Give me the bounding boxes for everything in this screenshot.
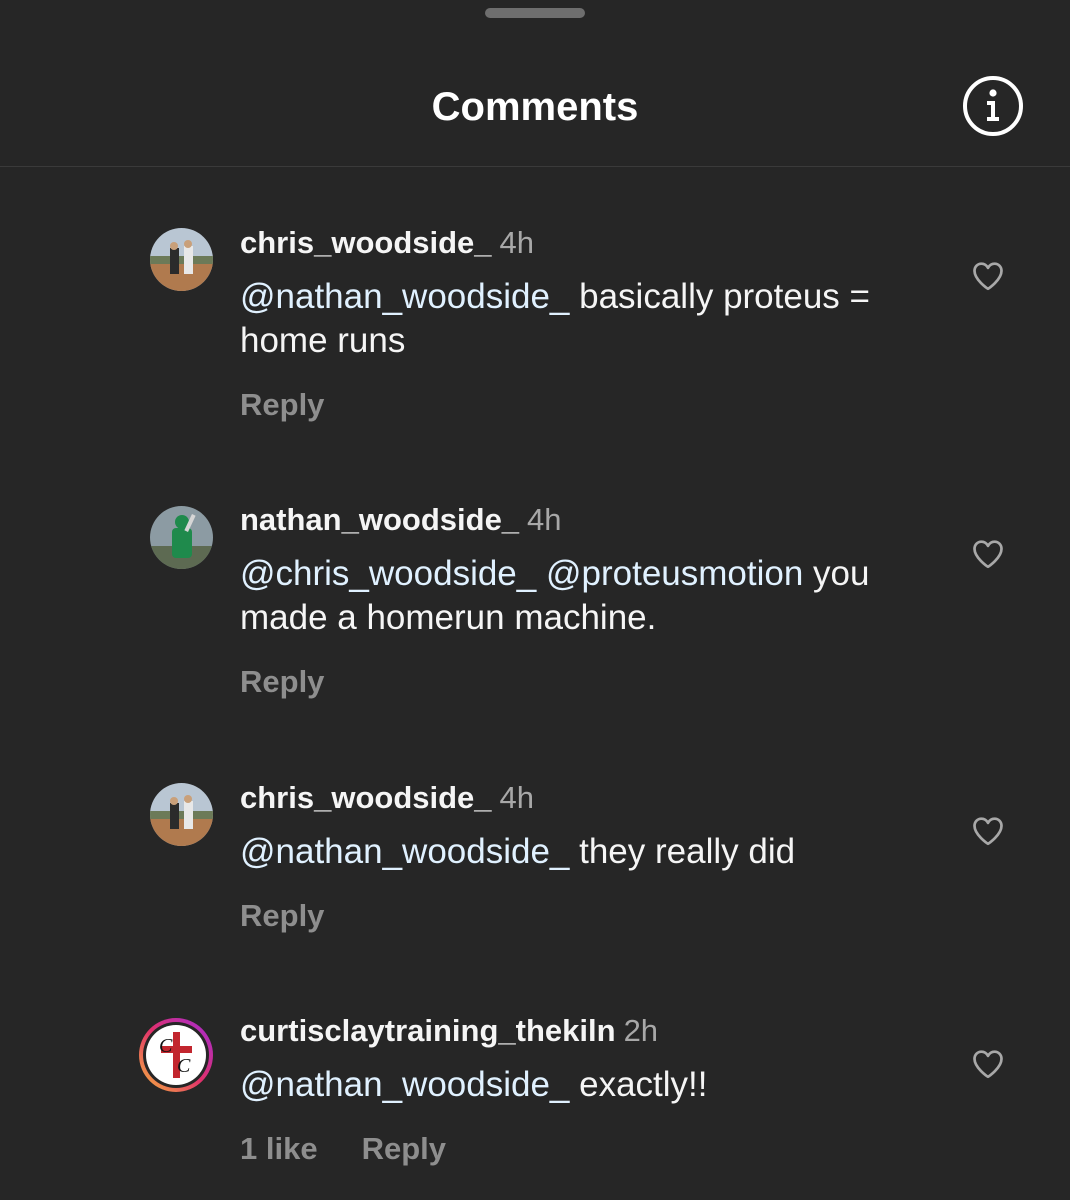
comment-text: @nathan_woodside_ exactly!! <box>240 1063 940 1107</box>
reply-button[interactable]: Reply <box>240 898 324 933</box>
comment-mention[interactable]: @nathan_woodside_ <box>240 277 569 316</box>
likes-count-link[interactable]: 1 like <box>240 1131 318 1166</box>
heart-outline-icon[interactable] <box>970 258 1006 294</box>
comment-text: @chris_woodside_ @proteusmotion you made… <box>240 552 940 640</box>
heart-outline-icon[interactable] <box>970 1046 1006 1082</box>
comments-header: Comments <box>0 0 1070 167</box>
comment-username[interactable]: curtisclaytraining_thekiln <box>240 1013 616 1048</box>
comments-sheet: Comments chris_woodside_ 4h @nathan_wood… <box>0 0 1070 1200</box>
comment-mention[interactable]: @nathan_woodside_ <box>240 1065 569 1104</box>
comment-meta: nathan_woodside_ 4h <box>240 500 562 540</box>
page-title: Comments <box>431 85 639 129</box>
reply-button[interactable]: Reply <box>240 664 324 699</box>
comment-body: exactly!! <box>569 1065 708 1104</box>
comment-actions: Reply <box>240 662 324 702</box>
heart-outline-icon[interactable] <box>970 813 1006 849</box>
avatar[interactable]: C C <box>137 1016 215 1094</box>
comment-meta: chris_woodside_ 4h <box>240 223 534 263</box>
reply-button[interactable]: Reply <box>362 1131 446 1166</box>
comment-username[interactable]: chris_woodside_ <box>240 225 492 260</box>
comment-body: they really did <box>569 832 796 871</box>
comment-time: 4h <box>499 780 535 815</box>
comment-text: @nathan_woodside_ they really did <box>240 830 940 874</box>
comment-time: 4h <box>499 225 535 260</box>
avatar[interactable] <box>150 783 213 846</box>
comment-text: @nathan_woodside_ basically proteus = ho… <box>240 275 940 363</box>
comment-meta: chris_woodside_ 4h <box>240 778 534 818</box>
comment-actions: Reply <box>240 896 324 936</box>
avatar[interactable] <box>150 228 213 291</box>
comment-time: 2h <box>623 1013 659 1048</box>
comment-mention[interactable]: @proteusmotion <box>546 554 803 593</box>
comment-actions: 1 like Reply <box>240 1129 446 1169</box>
comment-meta: curtisclaytraining_thekiln 2h <box>240 1011 658 1051</box>
svg-text:C: C <box>177 1055 191 1077</box>
comment-mention[interactable]: @nathan_woodside_ <box>240 832 569 871</box>
avatar[interactable] <box>150 506 213 569</box>
comment-username[interactable]: nathan_woodside_ <box>240 502 519 537</box>
reply-button[interactable]: Reply <box>240 387 324 422</box>
comment-time: 4h <box>527 502 562 537</box>
svg-text:C: C <box>159 1035 173 1057</box>
info-icon[interactable] <box>962 75 1024 137</box>
comment-username[interactable]: chris_woodside_ <box>240 780 492 815</box>
comment-mention[interactable]: @chris_woodside_ <box>240 554 536 593</box>
comment-actions: Reply <box>240 385 324 425</box>
heart-outline-icon[interactable] <box>970 536 1006 572</box>
